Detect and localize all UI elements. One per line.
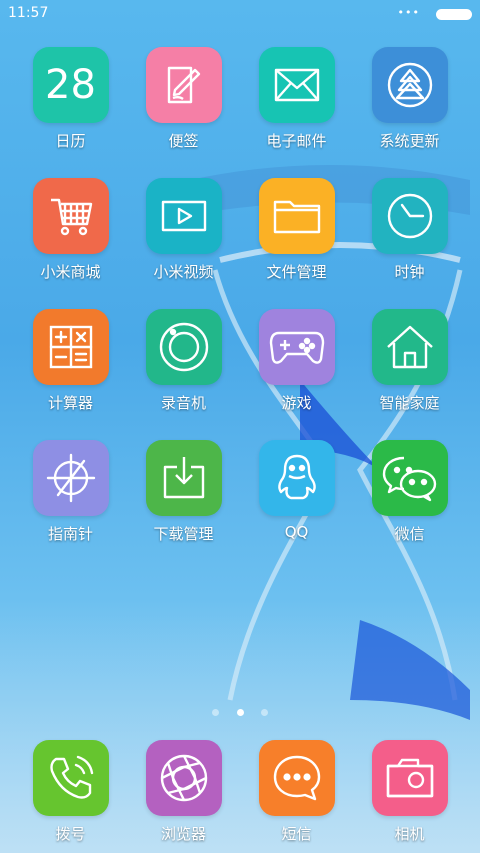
dock: 拨号 浏览器 短信 相机: [0, 0, 480, 853]
app-label: 拨号: [55, 825, 86, 843]
dock-sms[interactable]: 短信: [240, 740, 353, 844]
camera-icon: [371, 740, 448, 816]
phone-icon: [32, 740, 109, 816]
dock-browser[interactable]: 浏览器: [127, 740, 240, 844]
app-label: 浏览器: [160, 825, 206, 843]
dock-phone[interactable]: 拨号: [14, 740, 127, 844]
browser-icon: [145, 740, 222, 816]
app-label: 短信: [281, 825, 312, 843]
sms-icon: [258, 740, 335, 816]
dock-camera[interactable]: 相机: [353, 740, 466, 844]
app-label: 相机: [394, 825, 425, 843]
